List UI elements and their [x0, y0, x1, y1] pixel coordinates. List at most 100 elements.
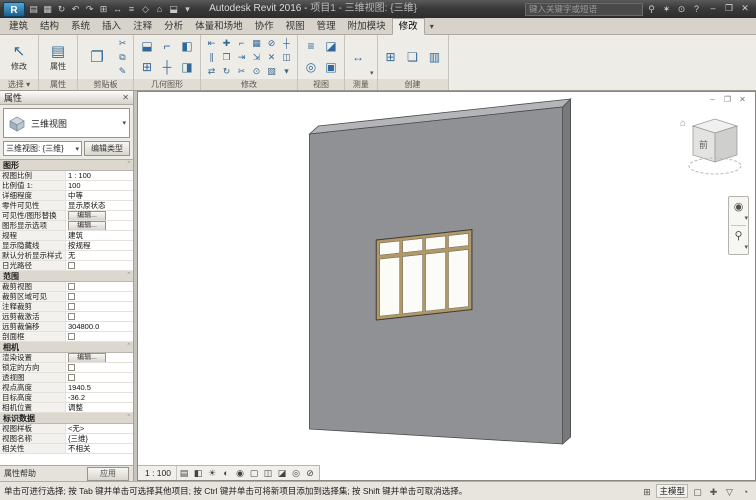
property-value[interactable]: 调整: [66, 403, 133, 412]
tab-analyze[interactable]: 分析: [158, 19, 189, 34]
edit-button[interactable]: 编辑...: [68, 211, 106, 220]
section-header-graphics[interactable]: 图形 ˆ: [0, 160, 133, 171]
edit-button[interactable]: 编辑...: [68, 353, 106, 362]
section-icon[interactable]: ⬓: [167, 2, 180, 16]
redo-icon[interactable]: ↷: [83, 2, 96, 16]
background-process-icon[interactable]: ◔: [739, 485, 752, 498]
chevron-down-icon[interactable]: ▾: [744, 244, 748, 252]
sign-in-icon[interactable]: ⊙: [675, 2, 688, 16]
properties-toggle-button[interactable]: ▤ 属性: [42, 42, 74, 72]
print-icon[interactable]: ⊞: [97, 2, 110, 16]
edit-type-button[interactable]: 编辑类型: [84, 141, 130, 156]
tag-icon[interactable]: ◇: [139, 2, 152, 16]
property-value[interactable]: 按规程: [66, 241, 133, 250]
paint-icon[interactable]: ◨: [177, 57, 197, 78]
tab-systems[interactable]: 系统: [65, 19, 96, 34]
panel-label-create[interactable]: 创建: [378, 79, 448, 90]
worksets-icon[interactable]: ⊞: [640, 485, 653, 498]
unlocked-view-icon[interactable]: ⊘: [303, 467, 317, 480]
editable-only-icon[interactable]: ▢: [691, 485, 704, 498]
temp-hide-icon[interactable]: ◪: [275, 467, 289, 480]
modify-tool-button[interactable]: ↖ 修改: [3, 42, 35, 72]
checkbox[interactable]: [68, 374, 75, 381]
paste-button[interactable]: ❐: [81, 48, 113, 67]
property-value[interactable]: 304800.0: [66, 322, 133, 331]
align-icon[interactable]: ⇤: [204, 36, 219, 50]
chevron-down-icon[interactable]: ▾: [744, 215, 748, 223]
save-icon[interactable]: ▦: [41, 2, 54, 16]
restore-button[interactable]: ❐: [721, 2, 737, 16]
demolish-icon[interactable]: ◫: [279, 50, 294, 64]
detail-level-icon[interactable]: ▤: [177, 467, 191, 480]
wall-side-face[interactable]: [563, 99, 571, 444]
pin-icon[interactable]: ⊙: [249, 64, 264, 78]
help-icon[interactable]: ?: [690, 2, 703, 16]
mirror-icon[interactable]: ⇄: [204, 64, 219, 78]
3d-view-icon[interactable]: ⌂: [153, 2, 166, 16]
edit-button[interactable]: 编辑...: [68, 221, 106, 230]
property-value[interactable]: {三维}: [66, 434, 133, 443]
measure-dropdown-icon[interactable]: ▾: [370, 70, 374, 78]
filter-icon[interactable]: ▽: [723, 485, 736, 498]
cut-icon[interactable]: ✂: [115, 36, 130, 50]
trim-icon[interactable]: ⌐: [234, 36, 249, 50]
panel-label-measure[interactable]: 测量: [345, 79, 377, 90]
wall-joins-icon[interactable]: ┼: [157, 57, 177, 78]
sync-icon[interactable]: ↻: [55, 2, 68, 16]
property-value[interactable]: 不相关: [66, 444, 133, 453]
checkbox[interactable]: [68, 333, 75, 340]
copy-icon[interactable]: ⧉: [115, 50, 130, 64]
checkbox[interactable]: [68, 364, 75, 371]
rotate-icon[interactable]: ↻: [219, 64, 234, 78]
checkbox[interactable]: [68, 313, 75, 320]
exchange-apps-icon[interactable]: ✶: [660, 2, 673, 16]
crop-view-icon[interactable]: ▢: [247, 467, 261, 480]
tab-insert[interactable]: 插入: [96, 19, 127, 34]
tab-massing-site[interactable]: 体量和场地: [189, 19, 249, 34]
scale-icon[interactable]: ⇲: [249, 50, 264, 64]
panel-label-geometry[interactable]: 几何图形: [134, 79, 200, 90]
cut-geometry-icon[interactable]: ⬓: [137, 36, 157, 57]
tab-architecture[interactable]: 建筑: [3, 19, 34, 34]
checkbox[interactable]: [68, 283, 75, 290]
tab-annotate[interactable]: 注释: [127, 19, 158, 34]
undo-icon[interactable]: ↶: [69, 2, 82, 16]
measure-icon[interactable]: ↔: [111, 2, 124, 16]
extend-icon[interactable]: ⇥: [234, 50, 249, 64]
panel-label-properties[interactable]: 属性: [39, 79, 77, 90]
viewcube-home-icon[interactable]: ⌂: [680, 118, 686, 129]
create-similar-icon[interactable]: ❏: [403, 47, 423, 68]
property-value[interactable]: 1940.5: [66, 383, 133, 392]
create-group-icon[interactable]: ⊞: [381, 47, 401, 68]
scale-control[interactable]: 1 : 100: [140, 466, 177, 480]
measure-tool-icon[interactable]: ↔: [348, 47, 368, 68]
checkbox[interactable]: [68, 303, 75, 310]
apply-button[interactable]: 应用: [87, 467, 129, 481]
drawing-area[interactable]: – ❐ ✕ ⌂ 前 ◉ ▾ ⚲ ▾: [137, 91, 756, 481]
design-option-control[interactable]: 主模型: [656, 484, 688, 498]
reveal-hidden-icon[interactable]: ◎: [289, 467, 303, 480]
application-menu-button[interactable]: R: [3, 2, 25, 17]
search-input[interactable]: [525, 3, 643, 16]
minimize-button[interactable]: –: [705, 2, 721, 16]
section-header-identity[interactable]: 标识数据 ˆ: [0, 413, 133, 424]
property-value[interactable]: <无>: [66, 424, 133, 433]
split-icon[interactable]: ✂: [234, 64, 249, 78]
search-icon[interactable]: ⚲: [645, 2, 658, 16]
checkbox[interactable]: [68, 262, 75, 269]
property-value[interactable]: 1 : 100: [66, 171, 133, 180]
tab-manage[interactable]: 管理: [311, 19, 342, 34]
property-value[interactable]: 无: [66, 251, 133, 260]
match-properties-icon[interactable]: ✎: [115, 64, 130, 78]
panel-label-clipboard[interactable]: 剪贴板: [78, 79, 133, 90]
reveal-hidden-icon[interactable]: ◎: [301, 57, 321, 78]
checkbox[interactable]: [68, 293, 75, 300]
property-value[interactable]: 显示原状态: [66, 201, 133, 210]
property-value[interactable]: 中等: [66, 191, 133, 200]
type-selector[interactable]: 三维视图 ▾: [3, 108, 130, 138]
copy-icon[interactable]: ❐: [219, 50, 234, 64]
panel-label-select[interactable]: 选择 ▾: [0, 79, 38, 90]
open-icon[interactable]: ▤: [27, 2, 40, 16]
move-icon[interactable]: ✚: [219, 36, 234, 50]
window-element[interactable]: [376, 230, 472, 320]
